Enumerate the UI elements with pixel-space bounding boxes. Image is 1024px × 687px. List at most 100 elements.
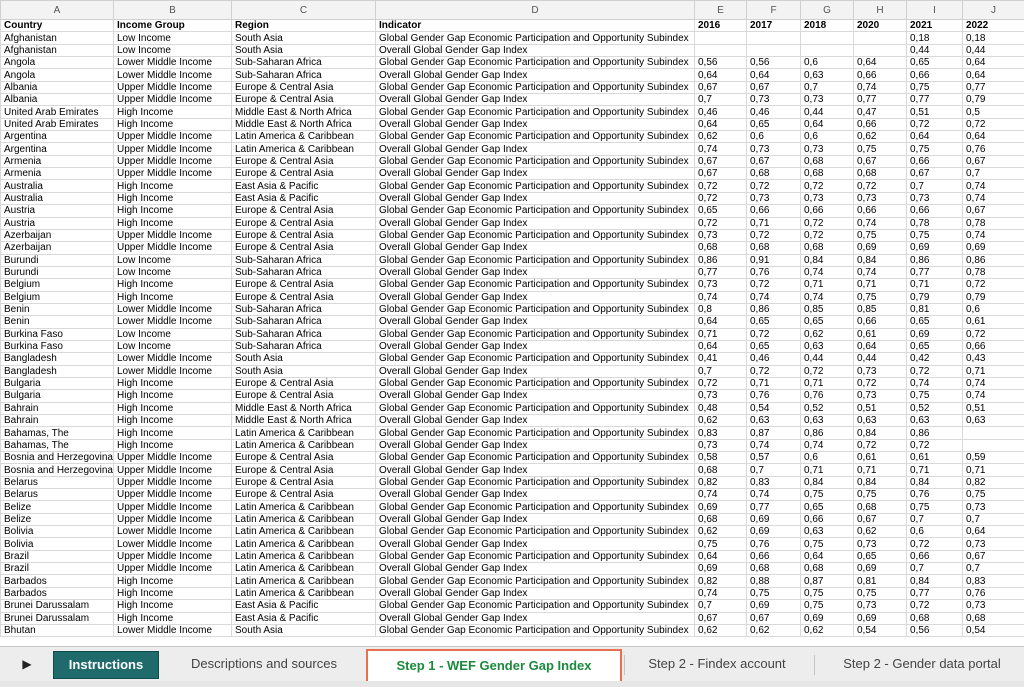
data-cell[interactable]: Europe & Central Asia: [231, 451, 376, 465]
data-cell[interactable]: 0,73: [962, 537, 1024, 551]
data-cell[interactable]: Lower Middle Income: [113, 315, 232, 329]
data-cell[interactable]: 0,61: [853, 451, 907, 465]
data-cell[interactable]: 0,54: [962, 623, 1024, 638]
data-cell[interactable]: 0,69: [694, 562, 747, 576]
header-cell[interactable]: Country: [0, 18, 114, 33]
data-cell[interactable]: Argentina: [0, 130, 114, 144]
data-cell[interactable]: Austria: [0, 204, 114, 218]
data-cell[interactable]: Bangladesh: [0, 364, 114, 378]
data-cell[interactable]: Afghanistan: [0, 43, 114, 58]
data-cell[interactable]: Global Gender Gap Economic Participation…: [375, 253, 695, 267]
data-cell[interactable]: 0,76: [746, 537, 801, 551]
data-cell[interactable]: Armenia: [0, 154, 114, 169]
data-cell[interactable]: 0,66: [853, 204, 907, 218]
data-cell[interactable]: 0,73: [694, 228, 747, 243]
data-cell[interactable]: Global Gender Gap Economic Participation…: [375, 475, 695, 490]
data-cell[interactable]: Europe & Central Asia: [231, 228, 376, 243]
data-cell[interactable]: 0,74: [746, 488, 801, 502]
data-cell[interactable]: 0,56: [694, 56, 747, 70]
data-cell[interactable]: 0,71: [800, 463, 854, 477]
data-cell[interactable]: 0,73: [746, 191, 801, 206]
data-cell[interactable]: Overall Global Gender Gap Index: [375, 586, 695, 601]
data-cell[interactable]: Overall Global Gender Gap Index: [375, 315, 695, 329]
data-cell[interactable]: Upper Middle Income: [113, 167, 232, 181]
data-cell[interactable]: 0,74: [800, 438, 854, 453]
data-cell[interactable]: 0,56: [906, 623, 963, 638]
data-cell[interactable]: 0,84: [853, 426, 907, 440]
data-cell[interactable]: Azerbaijan: [0, 241, 114, 255]
data-cell[interactable]: Overall Global Gender Gap Index: [375, 216, 695, 230]
data-cell[interactable]: 0,62: [694, 413, 747, 428]
data-cell[interactable]: 0,72: [694, 376, 747, 391]
data-cell[interactable]: 0,72: [800, 216, 854, 230]
data-cell[interactable]: Latin America & Caribbean: [231, 574, 376, 588]
data-cell[interactable]: Europe & Central Asia: [231, 278, 376, 292]
data-cell[interactable]: Overall Global Gender Gap Index: [375, 265, 695, 280]
data-cell[interactable]: Global Gender Gap Economic Participation…: [375, 549, 695, 564]
data-cell[interactable]: 0,87: [800, 574, 854, 588]
data-cell[interactable]: Global Gender Gap Economic Participation…: [375, 105, 695, 119]
data-cell[interactable]: 0,63: [800, 525, 854, 539]
data-cell[interactable]: 0,69: [746, 525, 801, 539]
data-cell[interactable]: High Income: [113, 586, 232, 601]
data-cell[interactable]: 0,71: [962, 463, 1024, 477]
data-cell[interactable]: 0,77: [906, 93, 963, 107]
data-cell[interactable]: Burkina Faso: [0, 339, 114, 354]
data-cell[interactable]: 0,69: [853, 241, 907, 255]
data-cell[interactable]: 0,68: [746, 241, 801, 255]
data-cell[interactable]: 0,42: [906, 352, 963, 366]
data-cell[interactable]: 0,73: [800, 191, 854, 206]
data-cell[interactable]: 0,72: [694, 179, 747, 193]
data-cell[interactable]: 0,68: [906, 611, 963, 625]
data-cell[interactable]: 0,74: [694, 488, 747, 502]
spreadsheet-area[interactable]: A B C D E F G H I J Country Income Group Region Indic…: [0, 0, 1024, 646]
data-cell[interactable]: Brazil: [0, 562, 114, 576]
data-cell[interactable]: East Asia & Pacific: [231, 599, 376, 613]
data-cell[interactable]: 0,18: [962, 31, 1024, 45]
data-cell[interactable]: 0,7: [800, 80, 854, 95]
data-cell[interactable]: 0,62: [746, 623, 801, 638]
data-cell[interactable]: 0,72: [962, 117, 1024, 132]
column-letter-f[interactable]: F: [746, 0, 801, 20]
data-cell[interactable]: Sub-Saharan Africa: [231, 315, 376, 329]
data-cell[interactable]: 0,66: [746, 549, 801, 564]
data-cell[interactable]: Global Gender Gap Economic Participation…: [375, 228, 695, 243]
data-cell[interactable]: Europe & Central Asia: [231, 376, 376, 391]
data-cell[interactable]: Global Gender Gap Economic Participation…: [375, 302, 695, 317]
data-cell[interactable]: 0,66: [800, 512, 854, 527]
data-cell[interactable]: 0,64: [962, 525, 1024, 539]
data-cell[interactable]: Overall Global Gender Gap Index: [375, 438, 695, 453]
data-cell[interactable]: Overall Global Gender Gap Index: [375, 68, 695, 82]
data-cell[interactable]: 0,64: [694, 68, 747, 82]
data-cell[interactable]: Latin America & Caribbean: [231, 525, 376, 539]
data-cell[interactable]: 0,65: [746, 117, 801, 132]
data-cell[interactable]: Bulgaria: [0, 389, 114, 403]
data-cell[interactable]: Europe & Central Asia: [231, 80, 376, 95]
data-cell[interactable]: 0,72: [906, 364, 963, 378]
data-cell[interactable]: Sub-Saharan Africa: [231, 265, 376, 280]
data-cell[interactable]: Benin: [0, 315, 114, 329]
data-cell[interactable]: 0,62: [694, 525, 747, 539]
data-cell[interactable]: 0,71: [906, 278, 963, 292]
data-cell[interactable]: 0,67: [694, 154, 747, 169]
data-cell[interactable]: Global Gender Gap Economic Participation…: [375, 56, 695, 70]
data-cell[interactable]: Global Gender Gap Economic Participation…: [375, 80, 695, 95]
data-cell[interactable]: Angola: [0, 68, 114, 82]
data-cell[interactable]: 0,67: [746, 80, 801, 95]
data-cell[interactable]: [746, 31, 801, 45]
header-cell[interactable]: 2017: [746, 18, 801, 33]
data-cell[interactable]: 0,66: [746, 204, 801, 218]
data-cell[interactable]: 0,6: [906, 525, 963, 539]
data-cell[interactable]: 0,75: [853, 488, 907, 502]
data-cell[interactable]: 0,69: [962, 241, 1024, 255]
data-cell[interactable]: Overall Global Gender Gap Index: [375, 389, 695, 403]
data-cell[interactable]: 0,82: [694, 475, 747, 490]
data-cell[interactable]: Afghanistan: [0, 31, 114, 45]
data-cell[interactable]: Europe & Central Asia: [231, 154, 376, 169]
data-cell[interactable]: Overall Global Gender Gap Index: [375, 537, 695, 551]
data-cell[interactable]: Belarus: [0, 488, 114, 502]
data-cell[interactable]: 0,62: [853, 525, 907, 539]
data-cell[interactable]: Overall Global Gender Gap Index: [375, 611, 695, 625]
data-cell[interactable]: 0,64: [694, 339, 747, 354]
data-cell[interactable]: 0,72: [746, 179, 801, 193]
